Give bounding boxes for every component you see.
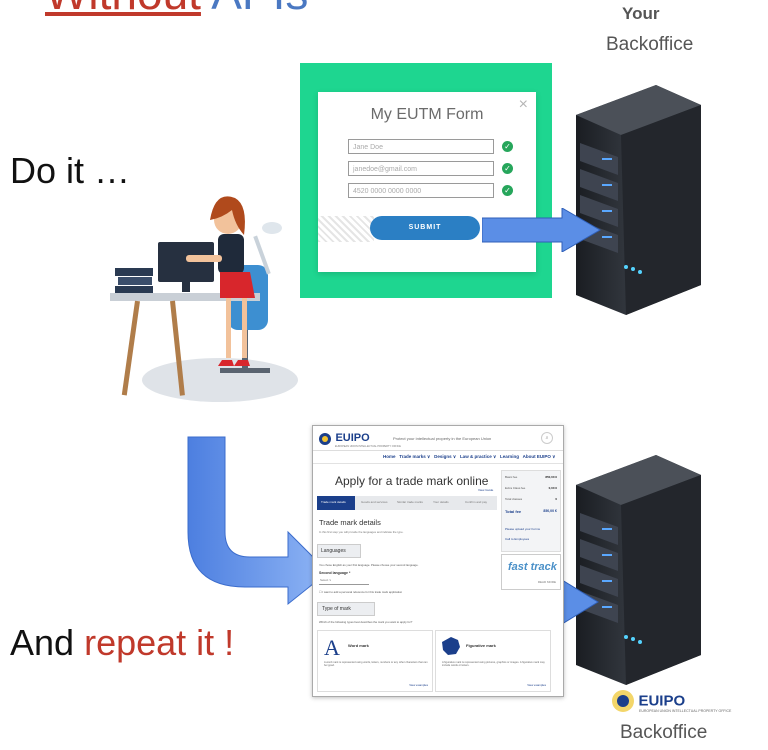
type-question: Which of the following types best descri… <box>319 620 413 624</box>
fee-summary: Basic fee 850,00 € Extra Class fee 0,00 … <box>501 470 561 552</box>
word-mark-title: Word mark <box>348 643 369 648</box>
step-1[interactable]: Trade mark details <box>321 500 346 504</box>
slide-title: Without APIs <box>45 0 308 16</box>
word-mark-desc: A word mark is represented using words, … <box>324 661 428 667</box>
second-language-label: Second language * <box>319 571 351 575</box>
word-mark-letter: A <box>324 635 340 660</box>
step-4[interactable]: Your details <box>433 500 449 504</box>
figurative-mark-desc: A figurative mark is represented using p… <box>442 661 545 667</box>
check-icon: ✓ <box>502 185 513 196</box>
check-icon: ✓ <box>502 163 513 174</box>
languages-label: Languages <box>321 548 346 554</box>
fast-track-more[interactable]: READ MORE <box>538 580 556 584</box>
step-5[interactable]: Confirm and pay <box>465 500 487 504</box>
label-your: Your <box>622 4 660 23</box>
figurative-mark-card[interactable]: Figurative mark A figurative mark is rep… <box>435 630 551 692</box>
figurative-mark-icon <box>442 637 460 655</box>
step-3[interactable]: Similar trade marks <box>397 500 423 504</box>
name-field[interactable]: Jane Doe <box>348 139 494 154</box>
label-backoffice-bottom: Backoffice <box>620 722 708 743</box>
close-icon[interactable]: × <box>519 96 528 114</box>
euipo-logo-subtitle: EUROPEAN UNION INTELLECTUAL PROPERTY OFF… <box>639 709 732 713</box>
euipo-logo-text: EUIPO <box>638 692 686 710</box>
word-mark-examples-link[interactable]: View examples <box>409 683 428 687</box>
nav-designs[interactable]: Designs ∨ <box>434 454 456 459</box>
title-without: Without <box>45 0 201 19</box>
nav-home[interactable]: Home <box>383 454 396 459</box>
fast-track-label: fast track <box>508 561 557 573</box>
label-and-repeat: And repeat it ! <box>10 622 234 664</box>
section-desc: In this first step you will provide the … <box>319 530 404 534</box>
curved-arrow-icon <box>187 436 329 606</box>
side-link[interactable]: Call to Employees <box>505 537 529 541</box>
select-value: Select ∨ <box>320 578 332 582</box>
total-fee-value: 850,00 € <box>543 509 557 513</box>
euipo-logo-bottom: EUIPO EUROPEAN UNION INTELLECTUAL PROPER… <box>612 690 731 713</box>
title-apis: APIs <box>211 0 308 19</box>
total-fee-label: Total fee <box>505 509 522 514</box>
euipo-emblem-icon <box>612 690 634 712</box>
arrow-right-icon <box>482 208 601 252</box>
figurative-mark-examples-link[interactable]: View examples <box>527 683 546 687</box>
fee-label: Total classes <box>505 497 523 501</box>
fee-label: Extra Class fee <box>505 486 526 490</box>
euipo-application-screenshot: EUIPO EUROPEAN UNION INTELLECTUAL PROPER… <box>312 425 564 697</box>
language-text: You chose English as your first language… <box>319 563 419 567</box>
fee-value: 0 <box>555 497 557 501</box>
label-repeat: repeat it ! <box>84 622 235 663</box>
side-link[interactable]: Please upload your Forms <box>505 527 540 531</box>
server-icon <box>576 455 701 685</box>
card-number-field[interactable]: 4520 0000 0000 0000 <box>348 183 494 198</box>
euipo-tagline: Protect your intellectual property in th… <box>393 436 492 441</box>
label-and: And <box>10 622 75 663</box>
view-guide-link[interactable]: View Guide <box>478 488 493 492</box>
label-backoffice-top: Backoffice <box>606 34 694 55</box>
euipo-logo-subtitle: EUROPEAN UNION INTELLECTUAL PROPERTY OFF… <box>335 445 401 448</box>
section-title: Trade mark details <box>319 518 381 527</box>
second-language-select[interactable]: Select ∨ <box>319 577 369 585</box>
server-icon <box>576 85 701 315</box>
woman-at-desk-illustration <box>110 196 298 402</box>
reference-text: I want to add a personal reference for t… <box>322 590 403 594</box>
fee-value: 850,00 € <box>545 475 557 479</box>
check-icon: ✓ <box>502 141 513 152</box>
figurative-mark-title: Figurative mark <box>466 643 496 648</box>
fee-label: Basic fee <box>505 475 518 479</box>
reference-checkbox[interactable]: ☐ I want to add a personal reference for… <box>319 590 402 594</box>
word-mark-card[interactable]: A Word mark A word mark is represented u… <box>317 630 433 692</box>
search-icon[interactable]: ⌕ <box>541 432 553 444</box>
hatch-decoration <box>318 216 374 242</box>
page-heading: Apply for a trade mark online <box>335 474 489 488</box>
nav-trade-marks[interactable]: Trade marks ∨ <box>399 454 430 459</box>
euipo-nav: Home Trade marks ∨ Designs ∨ Law & pract… <box>383 454 555 460</box>
submit-button[interactable]: SUBMIT <box>370 216 480 240</box>
nav-about[interactable]: About EUIPO ∨ <box>523 454 556 459</box>
email-field[interactable]: janedoe@gmail.com <box>348 161 494 176</box>
languages-tab[interactable]: Languages <box>317 544 361 558</box>
fast-track-banner[interactable]: fast track READ MORE <box>501 554 561 590</box>
form-title: My EUTM Form <box>370 106 484 123</box>
step-2[interactable]: Goods and services <box>361 500 388 504</box>
fee-value: 0,00 € <box>548 486 557 490</box>
nav-learning[interactable]: Learning <box>500 454 519 459</box>
type-of-mark-tab[interactable]: Type of mark <box>317 602 375 616</box>
type-of-mark-label: Type of mark <box>322 606 351 612</box>
euipo-emblem-icon <box>319 433 331 445</box>
nav-law-practice[interactable]: Law & practice ∨ <box>460 454 496 459</box>
